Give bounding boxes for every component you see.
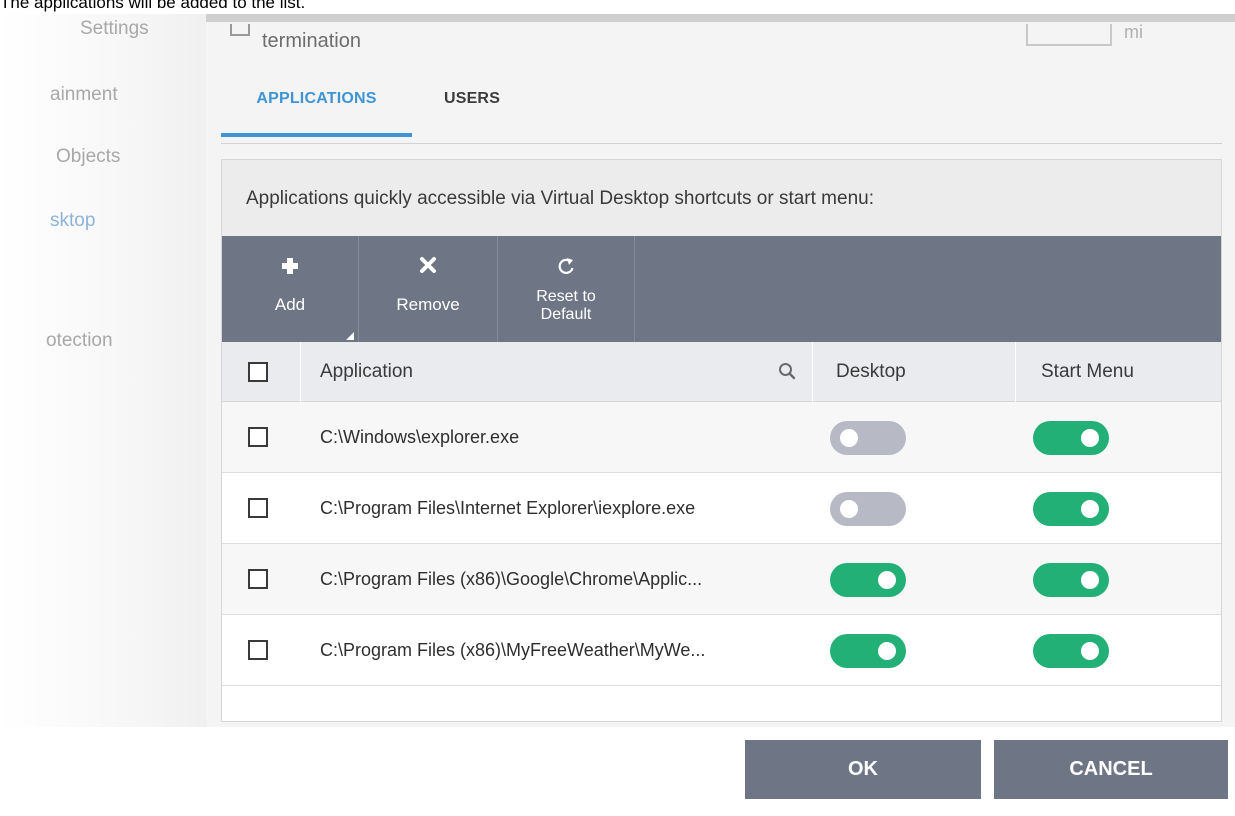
termination-checkbox[interactable] — [230, 24, 250, 36]
row-checkbox[interactable] — [248, 569, 268, 589]
plus-icon — [222, 256, 358, 280]
application-path: C:\Program Files\Internet Explorer\iexpl… — [320, 498, 696, 518]
minutes-input[interactable] — [1026, 24, 1112, 46]
reset-label-line1: Reset to — [536, 288, 596, 305]
tab-users[interactable]: USERS — [417, 90, 527, 108]
application-path: C:\Windows\explorer.exe — [320, 427, 520, 447]
applications-panel: Applications quickly accessible via Virt… — [221, 159, 1222, 722]
table-row[interactable]: C:\Program Files\Internet Explorer\iexpl… — [222, 473, 1221, 544]
start-menu-toggle[interactable] — [1033, 421, 1109, 455]
add-button[interactable]: Add — [222, 236, 359, 342]
desktop-toggle[interactable] — [830, 563, 906, 597]
column-divider — [300, 342, 301, 402]
applications-toolbar: Add Remove Reset to Default — [222, 236, 1221, 342]
reset-label-line2: Default — [540, 306, 592, 323]
start-menu-toggle[interactable] — [1033, 492, 1109, 526]
settings-sidebar: Settings ainment Objects sktop otection — [0, 14, 206, 816]
remove-button[interactable]: Remove — [359, 236, 498, 342]
start-menu-toggle[interactable] — [1033, 634, 1109, 668]
panel-description: Applications quickly accessible via Virt… — [222, 160, 1221, 236]
search-icon[interactable] — [778, 362, 796, 380]
row-checkbox[interactable] — [248, 427, 268, 447]
column-header-desktop[interactable]: Desktop — [836, 342, 906, 401]
application-path: C:\Program Files (x86)\MyFreeWeather\MyW… — [320, 640, 706, 660]
desktop-toggle[interactable] — [830, 634, 906, 668]
ok-button[interactable]: OK — [745, 740, 981, 799]
desktop-toggle[interactable] — [830, 492, 906, 526]
column-header-application[interactable]: Application — [320, 342, 413, 401]
tab-applications[interactable]: APPLICATIONS — [221, 90, 412, 137]
cancel-button[interactable]: CANCEL — [994, 740, 1228, 799]
start-menu-toggle[interactable] — [1033, 563, 1109, 597]
torn-edge-divider — [206, 14, 1235, 22]
table-row[interactable]: C:\Program Files (x86)\MyFreeWeather\MyW… — [222, 615, 1221, 686]
desktop-toggle[interactable] — [830, 421, 906, 455]
table-row[interactable]: C:\Program Files (x86)\Google\Chrome\App… — [222, 544, 1221, 615]
main-content: termination mi APPLICATIONS USERS Applic… — [206, 14, 1235, 816]
x-icon — [359, 256, 497, 278]
refresh-icon — [498, 256, 634, 280]
column-divider — [1015, 342, 1016, 402]
column-divider — [812, 342, 813, 402]
application-path: C:\Program Files (x86)\Google\Chrome\App… — [320, 569, 703, 589]
panel-description-text: Applications quickly accessible via Virt… — [246, 188, 874, 209]
tab-bar: APPLICATIONS USERS — [221, 86, 1222, 144]
select-all-checkbox[interactable] — [248, 362, 268, 382]
instruction-caption: The applications will be added to the li… — [0, 0, 306, 12]
reset-to-default-button[interactable]: Reset to Default — [498, 236, 635, 342]
column-header-start-menu[interactable]: Start Menu — [1041, 342, 1134, 401]
minutes-label: mi — [1124, 22, 1143, 42]
row-checkbox[interactable] — [248, 498, 268, 518]
table-row[interactable]: C:\Windows\explorer.exe — [222, 402, 1221, 473]
active-tab-indicator — [221, 133, 412, 137]
dropdown-caret-icon — [346, 332, 354, 340]
row-checkbox[interactable] — [248, 640, 268, 660]
termination-label: termination — [262, 30, 361, 52]
table-header: Application Desktop Start Menu — [222, 342, 1221, 402]
